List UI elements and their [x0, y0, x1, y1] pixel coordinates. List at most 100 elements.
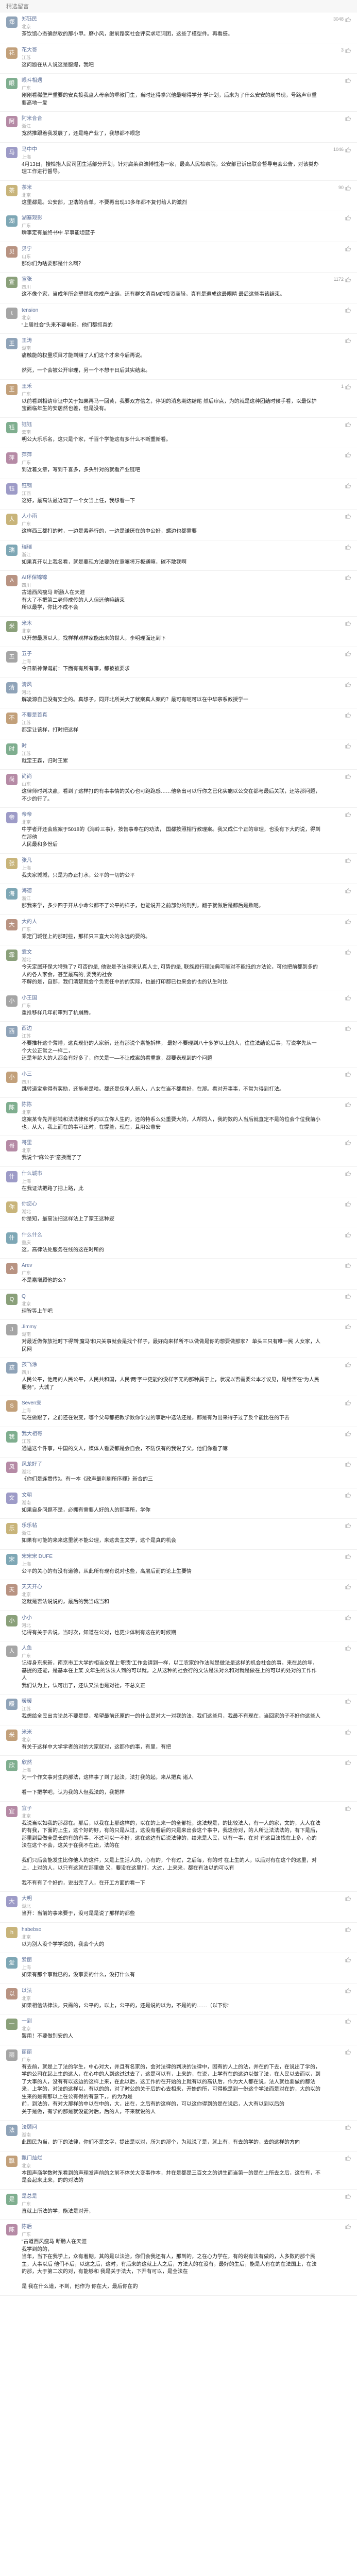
- thumb-up-icon[interactable]: [345, 773, 351, 779]
- like-button[interactable]: [344, 1293, 351, 1299]
- like-button[interactable]: [344, 421, 351, 427]
- commenter-name[interactable]: 小王国: [22, 995, 321, 1002]
- like-button[interactable]: [344, 651, 351, 656]
- commenter-name[interactable]: 丽丽: [22, 2049, 321, 2056]
- like-button[interactable]: [344, 2224, 351, 2229]
- avatar[interactable]: 王: [6, 338, 18, 349]
- thumb-up-icon[interactable]: [345, 452, 351, 457]
- like-button[interactable]: [344, 1759, 351, 1765]
- avatar[interactable]: 人: [6, 514, 18, 525]
- avatar[interactable]: 花: [6, 47, 18, 59]
- thumb-up-icon[interactable]: [345, 1759, 351, 1765]
- like-button[interactable]: [344, 513, 351, 519]
- commenter-name[interactable]: 茶米: [22, 184, 321, 192]
- thumb-up-icon[interactable]: [345, 1584, 351, 1589]
- avatar[interactable]: 小: [6, 1615, 18, 1626]
- like-button[interactable]: [344, 2193, 351, 2199]
- avatar[interactable]: 暖: [6, 1699, 18, 1710]
- like-button[interactable]: [344, 307, 351, 313]
- thumb-up-icon[interactable]: [345, 2193, 351, 2199]
- thumb-up-icon[interactable]: [345, 337, 351, 343]
- thumb-up-icon[interactable]: [345, 682, 351, 687]
- avatar[interactable]: J: [6, 1324, 18, 1335]
- like-button[interactable]: [344, 1232, 351, 1238]
- commenter-name[interactable]: 暖暖: [22, 1698, 321, 1705]
- avatar[interactable]: 钰: [6, 483, 18, 495]
- like-button[interactable]: [344, 1553, 351, 1559]
- commenter-name[interactable]: 人小雨: [22, 513, 321, 520]
- like-button[interactable]: [344, 1140, 351, 1145]
- commenter-name[interactable]: 清风: [22, 682, 321, 689]
- like-button[interactable]: 1046: [333, 146, 351, 153]
- like-button[interactable]: 90: [338, 184, 351, 191]
- avatar[interactable]: 乐: [6, 1523, 18, 1534]
- commenter-name[interactable]: 米米: [22, 1729, 321, 1736]
- thumb-up-icon[interactable]: [345, 2124, 351, 2130]
- like-button[interactable]: [344, 1201, 351, 1207]
- commenter-name[interactable]: 是总是: [22, 2193, 321, 2200]
- like-button[interactable]: [344, 2124, 351, 2130]
- avatar[interactable]: 我: [6, 1431, 18, 1443]
- thumb-up-icon[interactable]: [345, 1698, 351, 1704]
- avatar[interactable]: t: [6, 307, 18, 319]
- commenter-name[interactable]: 大的人: [22, 919, 321, 926]
- commenter-name[interactable]: 眼斗相遇: [22, 77, 321, 84]
- avatar[interactable]: 是: [6, 2193, 18, 2205]
- like-button[interactable]: [344, 1584, 351, 1589]
- thumb-up-icon[interactable]: [345, 1431, 351, 1436]
- avatar[interactable]: 陈: [6, 1102, 18, 1113]
- thumb-up-icon[interactable]: [345, 2155, 351, 2161]
- avatar[interactable]: 王: [6, 383, 18, 395]
- commenter-name[interactable]: 米木: [22, 620, 321, 628]
- thumb-up-icon[interactable]: [345, 483, 351, 488]
- avatar[interactable]: 清: [6, 682, 18, 693]
- avatar[interactable]: A: [6, 1263, 18, 1274]
- commenter-name[interactable]: 王涛: [22, 337, 321, 345]
- thumb-up-icon[interactable]: [345, 215, 351, 221]
- commenter-name[interactable]: 飘门灿烂: [22, 2155, 321, 2162]
- commenter-name[interactable]: 时: [22, 743, 321, 750]
- avatar[interactable]: 米: [6, 620, 18, 632]
- like-button[interactable]: [344, 857, 351, 863]
- thumb-up-icon[interactable]: [345, 1988, 351, 1993]
- commenter-name[interactable]: 尚尚: [22, 773, 321, 781]
- thumb-up-icon[interactable]: [345, 651, 351, 656]
- avatar[interactable]: 以: [6, 1988, 18, 1999]
- commenter-name[interactable]: 萍萍: [22, 452, 321, 459]
- commenter-name[interactable]: 张凡: [22, 857, 321, 865]
- like-button[interactable]: [344, 620, 351, 626]
- like-button[interactable]: [344, 811, 351, 817]
- commenter-name[interactable]: 陈陈: [22, 1101, 321, 1109]
- avatar[interactable]: 宣: [6, 277, 18, 288]
- like-button[interactable]: [344, 682, 351, 687]
- like-button[interactable]: [344, 712, 351, 718]
- avatar[interactable]: 西: [6, 1026, 18, 1037]
- thumb-up-icon[interactable]: [345, 574, 351, 580]
- like-button[interactable]: [344, 337, 351, 343]
- commenter-name[interactable]: 爱丽: [22, 1957, 321, 1964]
- commenter-name[interactable]: 孩飞涂: [22, 1362, 321, 1369]
- like-button[interactable]: [344, 888, 351, 893]
- commenter-name[interactable]: 陈后: [22, 2224, 321, 2231]
- commenter-name[interactable]: 风龙好了: [22, 1461, 321, 1468]
- thumb-up-icon[interactable]: [345, 743, 351, 749]
- avatar[interactable]: 五: [6, 651, 18, 663]
- thumb-up-icon[interactable]: [345, 919, 351, 924]
- like-button[interactable]: [344, 544, 351, 550]
- commenter-name[interactable]: 一到: [22, 2018, 321, 2025]
- avatar[interactable]: 小: [6, 995, 18, 1007]
- like-button[interactable]: [344, 1492, 351, 1498]
- thumb-up-icon[interactable]: [345, 16, 351, 22]
- avatar[interactable]: 天: [6, 1584, 18, 1596]
- like-button[interactable]: [344, 1071, 351, 1077]
- commenter-name[interactable]: 以法: [22, 1988, 321, 1995]
- like-button[interactable]: 3048: [333, 16, 351, 23]
- like-button[interactable]: [344, 574, 351, 580]
- avatar[interactable]: 文: [6, 1492, 18, 1504]
- thumb-up-icon[interactable]: [345, 857, 351, 863]
- avatar[interactable]: 米: [6, 1729, 18, 1741]
- avatar[interactable]: 宋: [6, 1553, 18, 1565]
- thumb-up-icon[interactable]: [345, 620, 351, 626]
- thumb-up-icon[interactable]: [345, 1324, 351, 1329]
- thumb-up-icon[interactable]: [345, 1140, 351, 1145]
